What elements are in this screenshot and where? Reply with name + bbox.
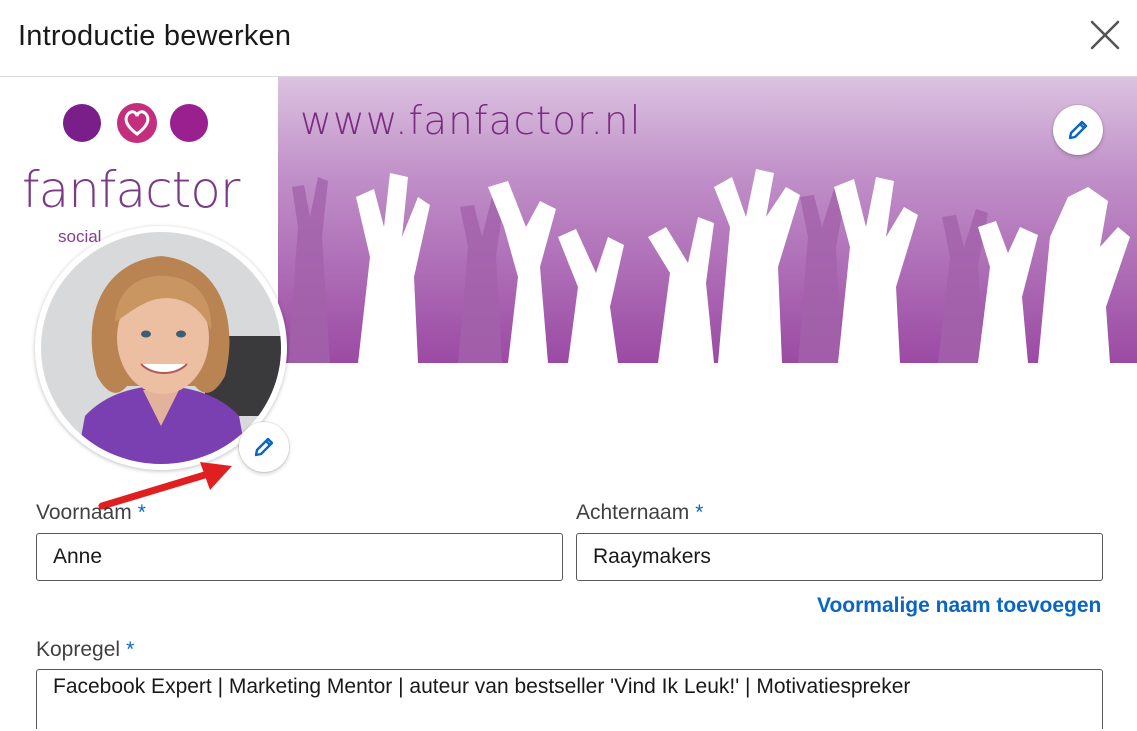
first-name-input[interactable] — [36, 533, 563, 581]
required-mark: * — [137, 501, 146, 524]
edit-photo-button[interactable] — [239, 422, 289, 472]
dialog-header: Introductie bewerken — [0, 0, 1137, 77]
close-icon[interactable] — [1087, 17, 1123, 53]
last-name-input[interactable] — [576, 533, 1103, 581]
required-mark: * — [126, 638, 135, 661]
headline-input[interactable] — [36, 669, 1103, 729]
logo-mark — [63, 103, 208, 143]
edit-banner-button[interactable] — [1053, 105, 1103, 155]
first-name-label: Voornaam * — [36, 501, 146, 524]
logo-text: fanfactor — [22, 161, 240, 219]
add-former-name-link[interactable]: Voormalige naam toevoegen — [817, 594, 1101, 618]
banner-url-text: www.fanfactor.nl — [300, 99, 642, 144]
dialog-title: Introductie bewerken — [18, 20, 292, 52]
pencil-icon — [1068, 120, 1088, 140]
headline-label: Kopregel * — [36, 638, 135, 661]
pencil-icon — [254, 437, 274, 457]
required-mark: * — [695, 501, 704, 524]
last-name-label: Achternaam * — [576, 501, 704, 524]
